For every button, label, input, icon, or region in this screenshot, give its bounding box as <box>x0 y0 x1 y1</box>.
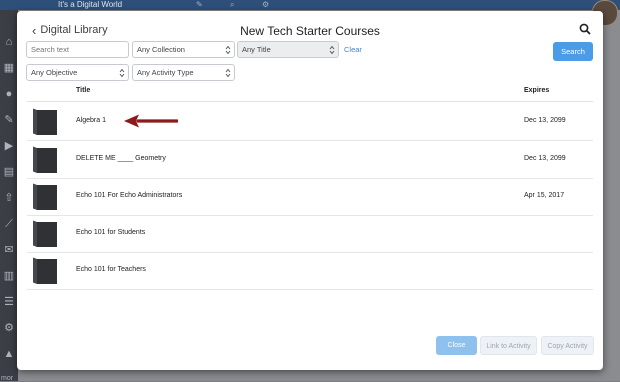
people-icon[interactable]: ● <box>3 88 15 100</box>
home-icon[interactable]: ⌂ <box>3 36 15 48</box>
warning-icon[interactable]: ▲ <box>3 348 15 360</box>
objective-select[interactable]: Any Objective <box>26 64 129 81</box>
gear-icon[interactable]: ⚙ <box>3 322 15 334</box>
table-row[interactable]: Echo 101 for Students <box>27 215 593 253</box>
title-select[interactable]: Any Title <box>237 41 339 58</box>
course-title: DELETE ME ____ Geometry <box>76 155 166 162</box>
course-expires: Dec 13, 2099 <box>524 117 566 124</box>
collection-value: Any Collection <box>137 45 185 54</box>
table-header: Title Expires <box>27 85 593 102</box>
activity-type-value: Any Activity Type <box>137 68 194 77</box>
book-icon <box>33 146 57 173</box>
app-brand: It's a Digital World <box>58 0 123 9</box>
close-button[interactable]: Close <box>436 336 477 355</box>
modal-title: New Tech Starter Courses <box>240 24 380 38</box>
course-title: Echo 101 For Echo Administrators <box>76 192 183 199</box>
search-button[interactable]: Search <box>553 42 593 61</box>
mail-icon[interactable]: ✉ <box>3 244 15 256</box>
select-caret-icon <box>225 68 231 78</box>
title-column-header: Title <box>76 87 91 94</box>
library-icon[interactable]: ▥ <box>3 270 15 282</box>
table-row[interactable]: Echo 101 for Teachers <box>27 252 593 290</box>
collection-select[interactable]: Any Collection <box>132 41 235 58</box>
search-icon[interactable] <box>578 22 592 36</box>
left-nav-rail: ⌂ ▦ ● ✎ ▶ ▤ ⇧ ⟋ ✉ ▥ ☰ ⚙ ▲ mor <box>0 10 18 382</box>
link-to-activity-button[interactable]: Link to Activity <box>480 336 537 355</box>
book-icon <box>33 257 57 284</box>
upload-icon[interactable]: ⇧ <box>3 192 15 204</box>
calendar-icon[interactable]: ▦ <box>3 62 15 74</box>
book-icon <box>33 183 57 210</box>
table-row[interactable]: DELETE ME ____ Geometry Dec 13, 2099 <box>27 141 593 179</box>
annotation-arrow-icon <box>124 114 178 128</box>
clear-link[interactable]: Clear <box>344 45 362 54</box>
search-input[interactable] <box>26 41 129 58</box>
expires-column-header: Expires <box>524 87 550 94</box>
play-icon[interactable]: ▶ <box>3 140 15 152</box>
book-icon <box>33 108 57 135</box>
course-expires: Apr 15, 2017 <box>524 192 565 199</box>
library-modal: ‹ Digital Library New Tech Starter Cours… <box>17 11 603 370</box>
table-row[interactable]: Algebra 1 Dec 13, 2099 <box>27 103 593 141</box>
activity-type-select[interactable]: Any Activity Type <box>132 64 235 81</box>
course-expires: Dec 13, 2099 <box>524 155 566 162</box>
tools-icon: ✎ <box>196 0 203 9</box>
course-title: Algebra 1 <box>76 117 106 124</box>
book-icon <box>33 220 57 247</box>
search-icon-bg: ⌕ <box>230 0 235 9</box>
select-caret-icon <box>329 45 335 55</box>
copy-activity-button[interactable]: Copy Activity <box>541 336 594 355</box>
select-caret-icon <box>119 68 125 78</box>
select-caret-icon <box>225 45 231 55</box>
list-icon[interactable]: ☰ <box>3 296 15 308</box>
title-filter-value: Any Title <box>242 45 271 54</box>
chart-icon[interactable]: ⟋ <box>3 218 15 230</box>
settings-icon-bg: ⚙ <box>262 0 270 9</box>
edit-icon[interactable]: ✎ <box>3 114 15 126</box>
objective-value: Any Objective <box>31 68 78 77</box>
grid-icon[interactable]: ▤ <box>3 166 15 178</box>
course-title: Echo 101 for Teachers <box>76 266 146 273</box>
app-top-bar: It's a Digital World ✎ ⌕ ⚙ <box>0 0 620 10</box>
course-title: Echo 101 for Students <box>76 229 146 236</box>
table-row[interactable]: Echo 101 For Echo Administrators Apr 15,… <box>27 178 593 216</box>
